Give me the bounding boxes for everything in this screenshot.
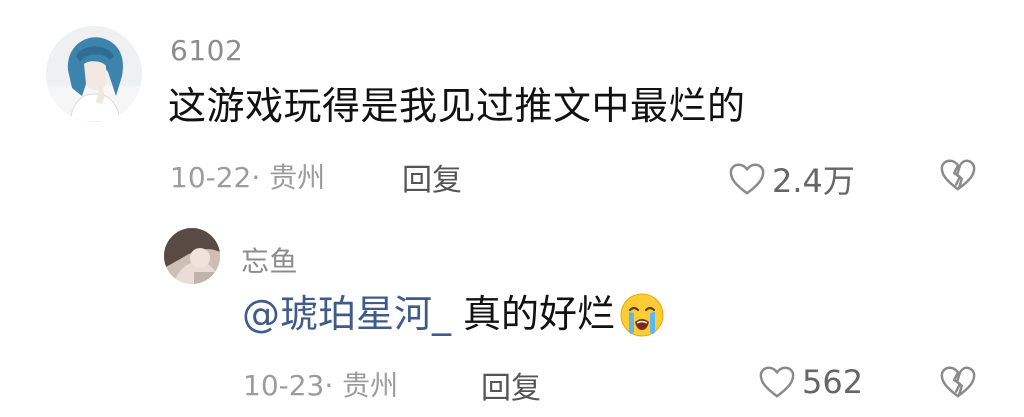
avatar[interactable] bbox=[164, 228, 220, 284]
like-count: 562 bbox=[802, 363, 864, 401]
dislike-button[interactable] bbox=[939, 157, 977, 193]
broken-heart-icon bbox=[940, 159, 976, 191]
reply-button[interactable]: 回复 bbox=[481, 363, 541, 407]
heart-outline-icon bbox=[759, 366, 795, 398]
comment-date-location: 10-22· 贵州 bbox=[170, 161, 326, 194]
heart-outline-icon bbox=[729, 163, 765, 195]
crying-face-emoji bbox=[619, 292, 665, 338]
like-button[interactable]: 562 bbox=[758, 363, 863, 401]
reply-text-body: 真的好烂 bbox=[463, 292, 616, 337]
avatar-image bbox=[46, 26, 142, 122]
comment-text: 这游戏玩得是我见过推文中最烂的 bbox=[168, 84, 746, 128]
dislike-button[interactable] bbox=[939, 364, 977, 400]
reply-text: @琥珀星河_ 真的好烂 bbox=[242, 292, 665, 338]
like-button[interactable]: 2.4万 bbox=[728, 156, 855, 202]
like-count: 2.4万 bbox=[772, 162, 855, 200]
reply-date-location: 10-23· 贵州 bbox=[243, 369, 399, 402]
avatar-image bbox=[164, 228, 220, 284]
comment-username[interactable]: 6102 bbox=[170, 34, 243, 67]
avatar[interactable] bbox=[46, 26, 142, 122]
reply-username[interactable]: 忘鱼 bbox=[241, 240, 298, 280]
broken-heart-icon bbox=[940, 366, 976, 398]
mention-link[interactable]: @琥珀星河_ bbox=[242, 292, 451, 338]
reply-button[interactable]: 回复 bbox=[402, 155, 462, 199]
